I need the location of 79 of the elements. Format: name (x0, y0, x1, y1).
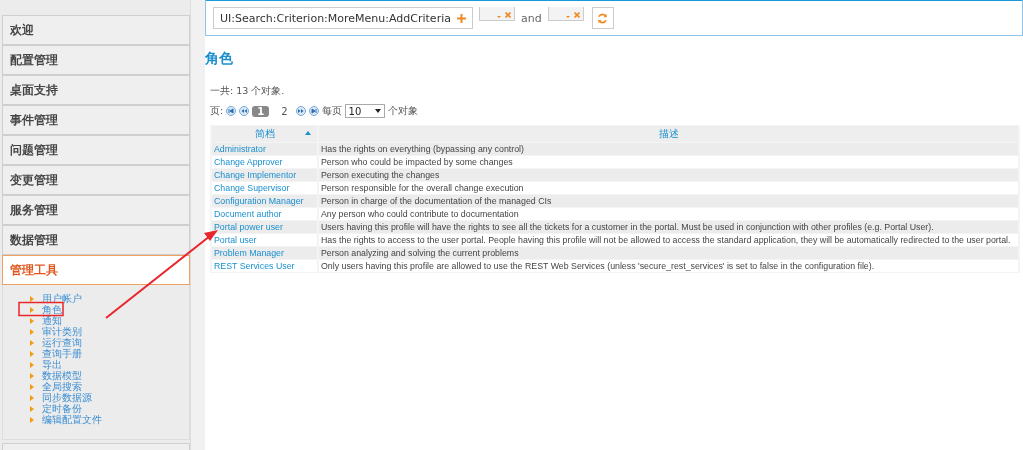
bullet-icon (30, 394, 34, 401)
table-cell: Person who could be impacted by some changes (319, 156, 1018, 168)
per-page-select[interactable]: 10 (344, 104, 385, 118)
profile-link[interactable]: Document author (212, 208, 317, 220)
profile-link[interactable]: REST Services User (212, 260, 317, 272)
table-cell: Only users having this profile are allowed to use the REST Web Services (unless 'secure_rest_services' is set to false in the configuration file). (319, 260, 1018, 272)
page-number[interactable]: 1 (252, 105, 270, 117)
submenu-link[interactable]: 通知 (42, 315, 62, 326)
submenu-link[interactable]: 同步数据源 (42, 392, 92, 403)
page-title: 角色 (205, 50, 234, 68)
sidebar-item[interactable]: 桌面支持 (2, 75, 190, 105)
caret-icon (374, 109, 381, 113)
table-cell: Person analyzing and solving the current problems (319, 247, 1018, 259)
bullet-icon (30, 405, 34, 412)
bullet-icon (30, 372, 34, 379)
profile-link[interactable]: Change Supervisor (212, 182, 317, 194)
per-page-label: 每页 (321, 104, 342, 118)
total-count: 一共: 13 个对象. (210, 85, 286, 98)
profile-link[interactable]: Administrator (212, 143, 317, 155)
table-cell: Person in charge of the documentation of the managed CIs (319, 195, 1018, 207)
refresh-icon (597, 12, 609, 24)
profile-link[interactable]: Portal power user (212, 221, 317, 233)
profile-link[interactable]: Change Implementor (212, 169, 317, 181)
close-icon[interactable] (573, 12, 580, 18)
sidebar-item[interactable]: 事件管理 (2, 105, 190, 135)
submenu-link[interactable]: 数据模型 (42, 370, 82, 381)
bullet-icon (30, 383, 34, 390)
caret-icon (496, 16, 501, 18)
bullet-icon (30, 350, 34, 357)
sidebar-item[interactable]: 问题管理 (2, 135, 190, 165)
submenu-link[interactable]: 编辑配置文件 (42, 414, 102, 425)
profile-link[interactable]: Problem Manager (212, 247, 317, 259)
plus-icon (456, 13, 466, 23)
submenu-link[interactable]: 查询手册 (42, 348, 82, 359)
table-cell: Person executing the changes (319, 169, 1018, 181)
pager-label: 页: (210, 104, 224, 118)
sidebar-item[interactable]: 配置管理 (2, 45, 190, 75)
submenu-link[interactable]: 审计类别 (42, 326, 82, 337)
profile-link[interactable]: Change Approver (212, 156, 317, 168)
page-number[interactable]: 2 (276, 105, 293, 117)
sidebar-item[interactable]: 数据管理 (2, 225, 190, 255)
sort-icon (305, 131, 311, 135)
column-header[interactable]: 描述 (319, 126, 1018, 142)
bullet-icon (30, 295, 34, 302)
last-page-icon[interactable] (308, 106, 319, 116)
table-cell: Users having this profile will have the rights to see all the tickets for a customer in the portal. Must be used in conjunction with other profiles (e.g. Portal User). (319, 221, 1018, 233)
table-cell: Any person who could contribute to documentation (319, 208, 1018, 220)
sidebar-item[interactable]: 欢迎 (2, 15, 190, 45)
sidebar-item[interactable]: 管理工具 (2, 255, 190, 285)
filter-dropdown[interactable] (478, 7, 515, 21)
refresh-button[interactable] (591, 7, 614, 29)
bullet-icon (30, 317, 34, 324)
table-cell: Person responsible for the overall change execution (319, 182, 1018, 194)
first-page-icon[interactable] (226, 106, 237, 116)
table-cell: Has the rights on everything (bypassing any control) (319, 143, 1018, 155)
filter-dropdown[interactable] (547, 7, 584, 21)
bullet-icon (30, 328, 34, 335)
bullet-icon (30, 339, 34, 346)
joiner-text: and (520, 11, 542, 25)
bullet-icon (30, 306, 34, 313)
submenu-link[interactable]: 运行查询 (42, 337, 82, 348)
bullet-icon (30, 361, 34, 368)
add-criteria-button[interactable]: UI:Search:Criterion:MoreMenu:AddCriteria (213, 7, 473, 29)
submenu-link[interactable]: 定时备份 (42, 403, 82, 414)
submenu-link[interactable]: 角色 (42, 304, 62, 315)
table-cell: Has the rights to access to the user portal. People having this profile will not be allowed to access the standard application, they will be automatically redirected to the user portal. (319, 234, 1018, 246)
profile-link[interactable]: Configuration Manager (212, 195, 317, 207)
close-icon[interactable] (504, 12, 511, 18)
sidebar-item[interactable]: 变更管理 (2, 165, 190, 195)
column-header[interactable]: 简档 (212, 126, 317, 142)
submenu-link[interactable]: 全局搜索 (42, 381, 82, 392)
sidebar-item[interactable]: 服务管理 (2, 195, 190, 225)
caret-icon (565, 16, 570, 18)
profile-link[interactable]: Portal user (212, 234, 317, 246)
unit-label: 个对象 (387, 104, 418, 118)
bullet-icon (30, 416, 34, 423)
next-page-icon[interactable] (295, 106, 306, 116)
previous-page-icon[interactable] (239, 106, 250, 116)
submenu-link[interactable]: 导出 (42, 359, 62, 370)
